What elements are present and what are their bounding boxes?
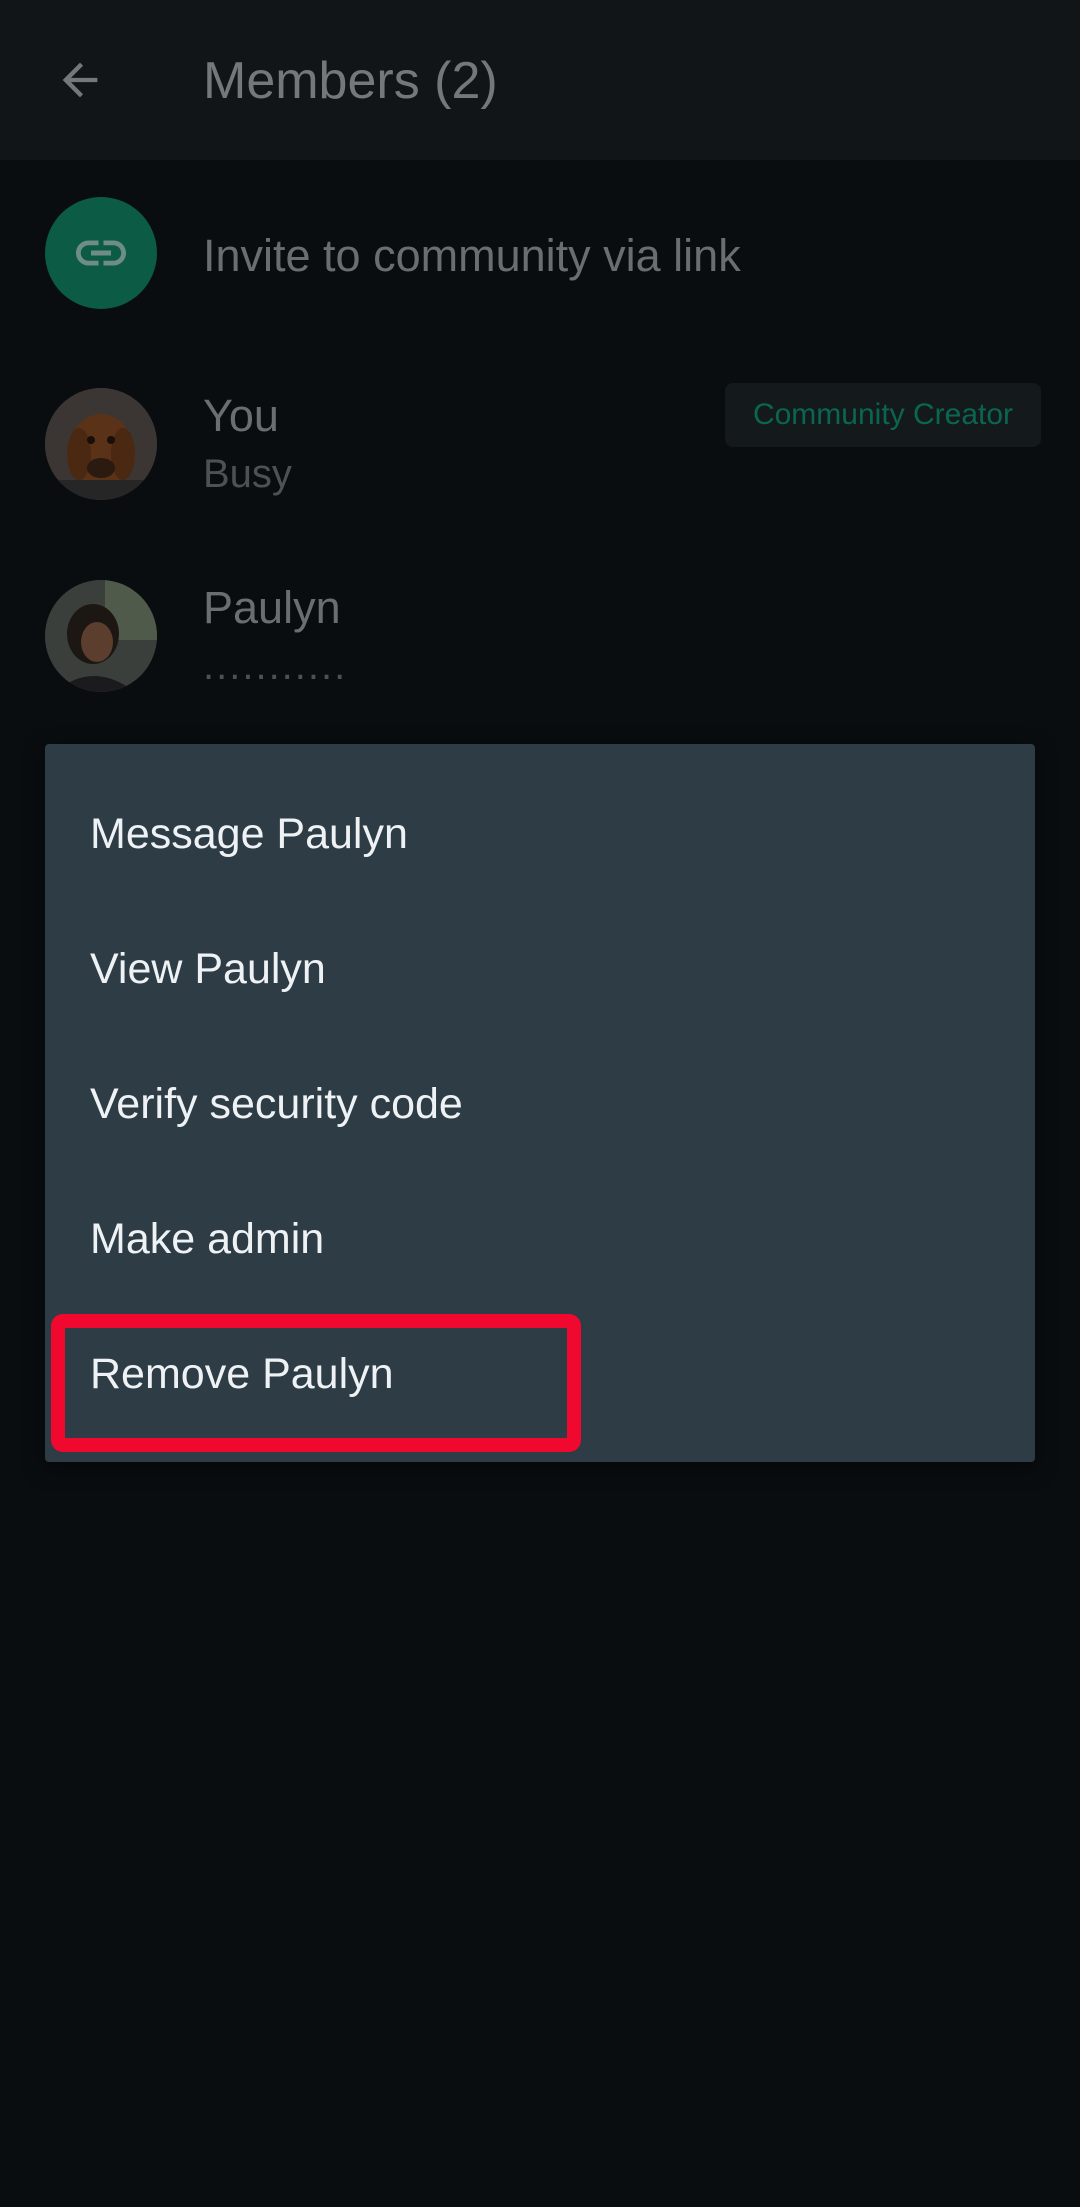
highlight-box: [51, 1314, 581, 1452]
members-screen: Members (2) Invite to community via link…: [0, 0, 1080, 2207]
member-name: You: [203, 390, 279, 441]
back-button[interactable]: [44, 44, 116, 116]
invite-avatar: [45, 197, 157, 309]
menu-item-verify-security-code[interactable]: Verify security code: [45, 1037, 1035, 1172]
app-bar: Members (2): [0, 0, 1080, 160]
member-name: Paulyn: [203, 582, 341, 633]
menu-item-view[interactable]: View Paulyn: [45, 902, 1035, 1037]
avatar: [45, 580, 157, 692]
avatar: [45, 388, 157, 500]
link-icon: [76, 240, 126, 266]
arrow-left-icon: [62, 62, 98, 98]
member-row-paulyn[interactable]: Paulyn ...........: [0, 572, 1080, 702]
member-status: ...........: [203, 644, 348, 688]
invite-via-link-row[interactable]: Invite to community via link: [0, 190, 1080, 320]
member-status: Busy: [203, 452, 292, 496]
page-title: Members (2): [203, 52, 498, 110]
person-photo-avatar: [45, 580, 157, 692]
invite-label: Invite to community via link: [203, 230, 741, 281]
menu-item-make-admin[interactable]: Make admin: [45, 1172, 1035, 1307]
community-creator-badge: Community Creator: [725, 383, 1041, 447]
dog-photo-avatar: [45, 388, 157, 500]
menu-item-message[interactable]: Message Paulyn: [45, 767, 1035, 902]
